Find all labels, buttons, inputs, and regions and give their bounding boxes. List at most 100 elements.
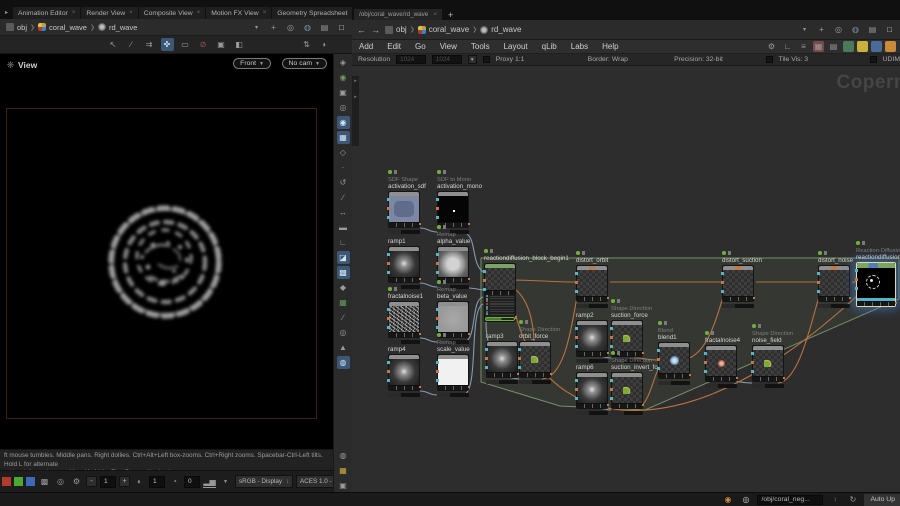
input-pin[interactable] (387, 370, 390, 373)
path-spinner-icon[interactable]: ↕ (828, 493, 841, 506)
display-space-select[interactable]: sRGB - Display↕ (235, 475, 293, 488)
tilevis-checkbox[interactable] (766, 56, 773, 63)
output-pin[interactable] (419, 278, 422, 281)
input-pin[interactable] (485, 357, 488, 360)
input-pin[interactable] (387, 216, 390, 219)
node-flags[interactable] (611, 351, 620, 355)
green-channel-swatch[interactable] (14, 477, 23, 486)
breadcrumb-root[interactable]: obj (396, 25, 407, 34)
pan-tool-icon[interactable]: ✜ (161, 38, 174, 51)
display-options-icon[interactable]: ◧ (233, 38, 246, 51)
input-pin[interactable] (518, 366, 521, 369)
node-body[interactable] (388, 301, 420, 338)
output-pin[interactable] (642, 352, 645, 355)
node-flags[interactable] (519, 320, 528, 324)
breadcrumb-node[interactable]: rd_wave (109, 23, 137, 32)
node-flags[interactable] (705, 331, 714, 335)
node-reactiondiffusion_block_begin1[interactable]: reactiondiffusion_block_begin1 (484, 263, 516, 322)
gamma-value[interactable]: 1 (149, 476, 165, 488)
globe-icon[interactable]: ◍ (849, 23, 862, 36)
input-pin[interactable] (704, 370, 707, 373)
alpha-checker-icon[interactable]: ▩ (38, 475, 51, 488)
exposure-value[interactable]: 1 (100, 476, 116, 488)
globe-icon[interactable]: ◍ (301, 21, 314, 34)
node-distort_suction[interactable]: distort_suction (722, 265, 754, 308)
input-pin[interactable] (387, 198, 390, 201)
node-blend1[interactable]: Blendblend1 (658, 342, 690, 385)
node-flags[interactable] (437, 170, 446, 174)
resolution-dropdown-icon[interactable]: ▼ (468, 55, 477, 64)
forward-arrow-icon[interactable]: → (371, 25, 380, 35)
input-pin[interactable] (436, 308, 439, 311)
node-scale_value[interactable]: Remapscale_value (437, 354, 469, 397)
node-body[interactable] (856, 262, 896, 307)
node-suction_invert_force[interactable]: Shape Directionsuction_invert_force (611, 372, 643, 415)
close-tab-icon[interactable]: × (197, 10, 201, 16)
pane-tab-composite-view[interactable]: Composite View× (139, 7, 206, 19)
view-direction-pill[interactable]: Front▼ (233, 58, 271, 69)
node-body[interactable] (484, 263, 516, 322)
stroke-icon[interactable]: ∕ (337, 191, 350, 204)
node-flags[interactable] (752, 324, 761, 328)
close-tab-icon[interactable]: × (433, 11, 437, 18)
input-pin[interactable] (518, 348, 521, 351)
input-pin[interactable] (387, 207, 390, 210)
output-pin[interactable] (515, 316, 518, 319)
input-pin[interactable] (436, 370, 439, 373)
output-pin[interactable] (895, 302, 898, 305)
floating-panel-icon[interactable]: □ (883, 23, 896, 36)
input-pin[interactable] (610, 397, 613, 400)
input-pin[interactable] (575, 290, 578, 293)
menu-qlib[interactable]: qLib (535, 42, 564, 51)
node-ramp2[interactable]: ramp2 (576, 320, 608, 363)
node-orbit_force[interactable]: Shape Directionorbit_force (519, 341, 551, 384)
output-pin[interactable] (468, 333, 471, 336)
breadcrumb-net[interactable]: coral_wave (49, 23, 87, 32)
disable-icon[interactable]: ⊘ (197, 38, 210, 51)
node-flags[interactable] (658, 321, 667, 325)
input-pin[interactable] (817, 272, 820, 275)
proxy-checkbox[interactable] (483, 56, 490, 63)
input-pin[interactable] (436, 326, 439, 329)
select-cursor-icon[interactable]: ↖ (107, 38, 120, 51)
camera-pill[interactable]: No cam▼ (282, 58, 327, 69)
input-pin[interactable] (610, 345, 613, 348)
node-flags[interactable] (437, 225, 446, 229)
view-tool-icon[interactable]: ⇉ (143, 38, 156, 51)
menu-labs[interactable]: Labs (564, 42, 595, 51)
histogram-icon[interactable]: ▂▅ (203, 475, 216, 488)
folder-icon[interactable] (857, 41, 868, 52)
arrows-icon[interactable]: ↔ (337, 206, 350, 219)
input-pin[interactable] (575, 327, 578, 330)
node-flags[interactable] (856, 241, 865, 245)
output-pin[interactable] (468, 278, 471, 281)
input-pin[interactable] (855, 269, 858, 272)
node-distort_noise[interactable]: distort_noise (818, 265, 850, 308)
input-pin[interactable] (751, 352, 754, 355)
close-tab-icon[interactable]: × (72, 10, 76, 16)
snapshot-image-icon[interactable]: ▣ (337, 479, 350, 492)
headlight-icon[interactable]: ◉ (337, 116, 350, 129)
input-pin[interactable] (751, 370, 754, 373)
node-ramp6[interactable]: ramp6 (576, 372, 608, 415)
wrench-icon[interactable]: ⚙ (765, 40, 778, 53)
sort-icon[interactable]: ⇅ (300, 38, 313, 51)
resolution-y-field[interactable]: 1024 (432, 55, 462, 64)
exposure-minus-button[interactable]: - (86, 476, 97, 487)
input-pin[interactable] (436, 317, 439, 320)
mask-icon[interactable]: ▩ (337, 266, 350, 279)
node-body[interactable] (752, 345, 784, 382)
ruler-icon[interactable]: ∟ (337, 236, 350, 249)
node-fractalnoise4[interactable]: fractalnoise4 (705, 345, 737, 388)
node-distort_orbit[interactable]: distort_orbit (576, 265, 608, 308)
input-pin[interactable] (657, 367, 660, 370)
input-pin[interactable] (751, 361, 754, 364)
node-body[interactable] (576, 320, 608, 357)
pane-menu-icon[interactable]: ▸ (0, 6, 13, 19)
input-pin[interactable] (436, 379, 439, 382)
inspect-icon[interactable]: ◎ (54, 475, 67, 488)
input-pin[interactable] (855, 287, 858, 290)
persp-icon[interactable]: ◑ (317, 38, 330, 51)
input-pin[interactable] (610, 336, 613, 339)
spotlight-icon[interactable]: ◎ (337, 101, 350, 114)
